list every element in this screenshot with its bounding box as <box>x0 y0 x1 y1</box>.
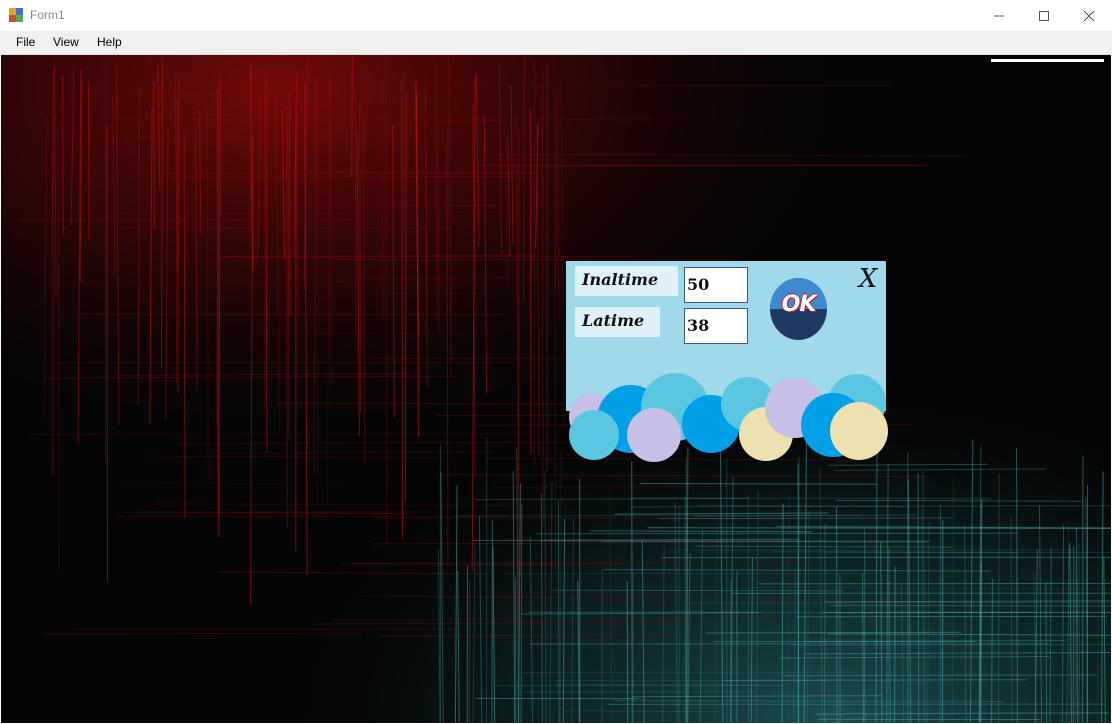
latime-label: Latime <box>575 307 660 337</box>
close-button[interactable] <box>1066 0 1112 31</box>
bubble <box>830 402 888 460</box>
menu-bar: File View Help <box>0 31 1112 55</box>
bubbles-decoration <box>569 373 888 462</box>
maximize-button[interactable] <box>1021 0 1067 31</box>
window-title: Form1 <box>30 8 65 22</box>
bubble <box>569 410 619 460</box>
dimension-dialog: Inaltime 50 Latime 38 OK X <box>565 261 888 463</box>
close-icon <box>1083 10 1095 21</box>
ok-button[interactable]: OK <box>770 278 827 340</box>
texture-background <box>1 55 1111 723</box>
ok-label: OK <box>781 292 817 317</box>
inaltime-label: Inaltime <box>575 266 678 296</box>
inaltime-input[interactable]: 50 <box>684 267 748 303</box>
minimize-icon <box>994 15 1004 16</box>
maximize-icon <box>1039 10 1049 21</box>
progress-indicator <box>991 59 1104 62</box>
minimize-button[interactable] <box>976 0 1022 31</box>
title-bar: Form1 <box>0 0 1112 31</box>
menu-view[interactable]: View <box>53 35 79 49</box>
latime-input[interactable]: 38 <box>684 308 748 344</box>
bubble <box>627 408 681 462</box>
app-icon <box>9 8 23 22</box>
background-canvas <box>1 55 1111 723</box>
menu-file[interactable]: File <box>16 35 35 49</box>
dialog-close-button[interactable]: X <box>855 264 881 294</box>
menu-help[interactable]: Help <box>97 35 122 49</box>
